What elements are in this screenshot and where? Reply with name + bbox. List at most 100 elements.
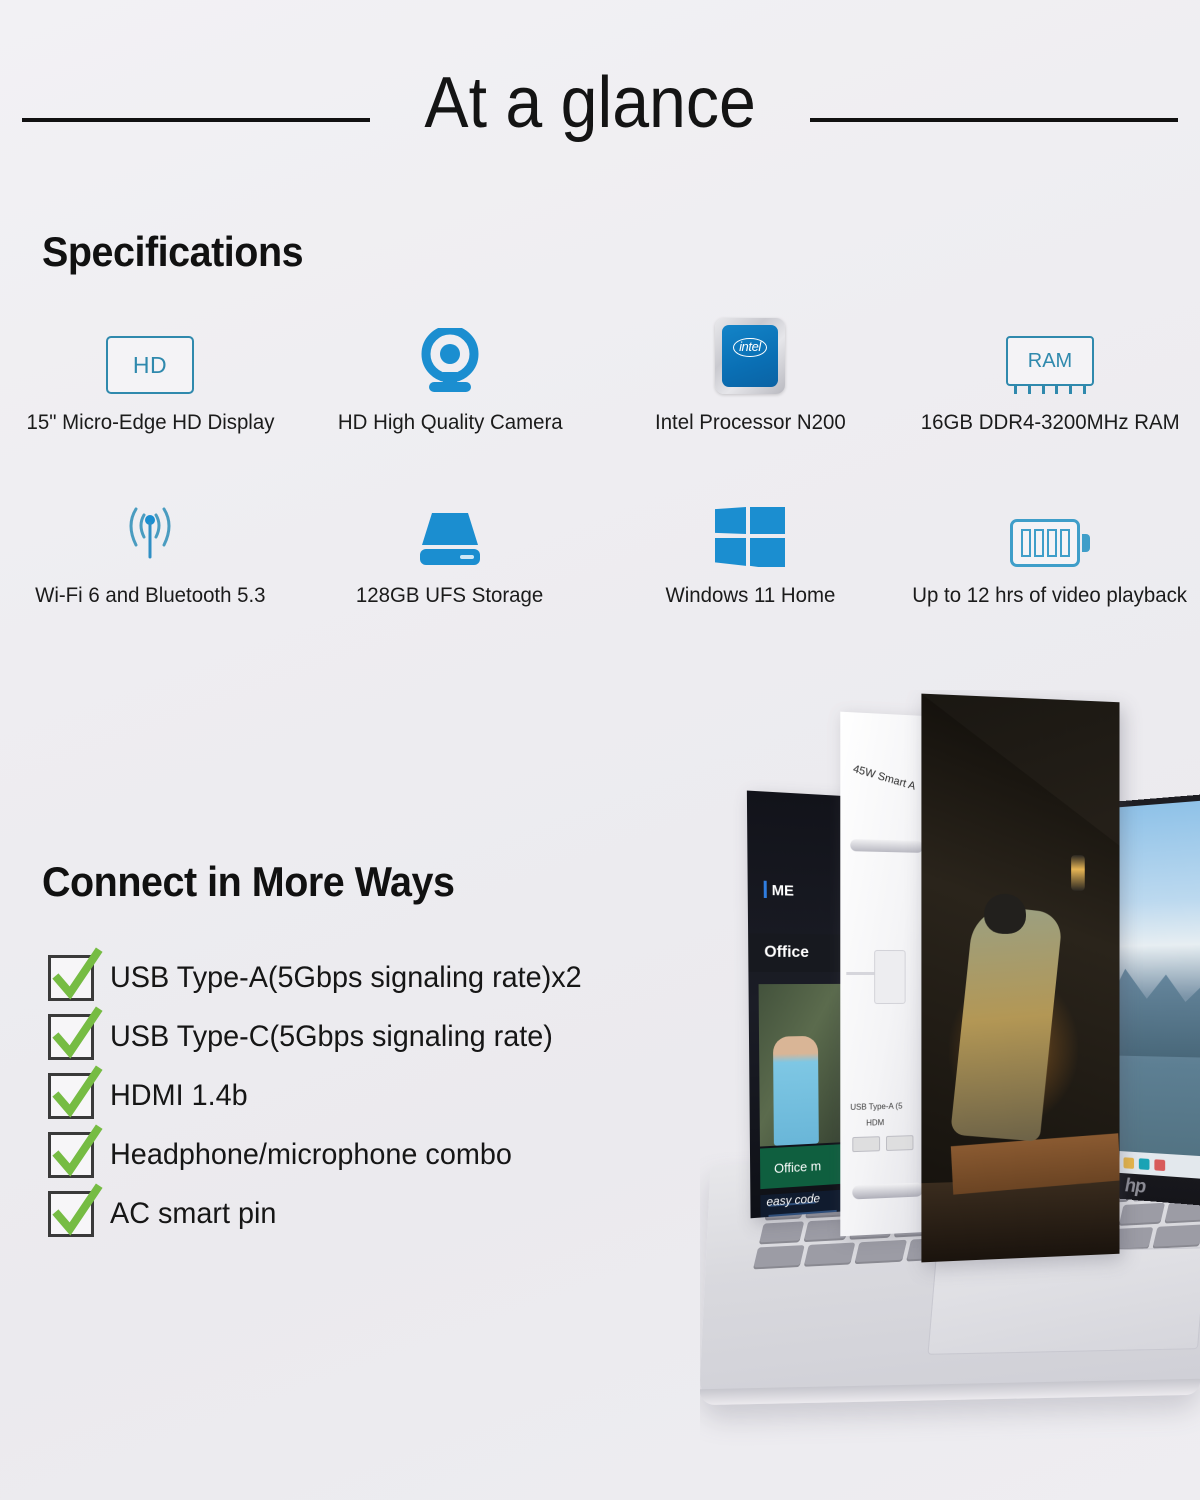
spec-label-display: 15" Micro-Edge HD Display [26, 410, 274, 434]
spec-item-battery: Up to 12 hrs of video playback [900, 491, 1200, 608]
checkbox-checked[interactable] [48, 947, 103, 1001]
spec-item-camera: HD High Quality Camera [300, 318, 600, 435]
promo-panel-white: 45W Smart A USB Type-A (5 HDM [840, 711, 931, 1237]
battery-icon [1010, 491, 1090, 567]
promo-panel-dark-title: ME [763, 880, 794, 900]
intel-chip-die: intel [722, 325, 778, 387]
spec-item-wireless: Wi-Fi 6 and Bluetooth 5.3 [0, 491, 300, 608]
ram-icon: RAM [1006, 318, 1094, 394]
connect-item-label: HDMI 1.4b [110, 1079, 248, 1112]
specifications-row-1: HD 15" Micro-Edge HD Display HD High Qua… [0, 318, 1200, 435]
spec-label-camera: HD High Quality Camera [337, 410, 563, 434]
intel-chip-icon-body: intel [715, 318, 785, 394]
check-icon [52, 1065, 103, 1118]
page-header: At a glance [0, 48, 1200, 158]
storage-drive-icon-glyph [420, 513, 480, 565]
specifications-heading: Specifications [42, 228, 304, 275]
spec-label-os: Windows 11 Home [665, 583, 835, 607]
ram-icon-label: RAM [1027, 349, 1073, 372]
photo-person [772, 1035, 819, 1146]
hanging-lamp [1071, 854, 1085, 891]
at-a-glance-page: At a glance Specifications HD 15" Micro-… [0, 0, 1200, 1500]
camping-lantern [1018, 1102, 1042, 1146]
intel-chip-icon: intel [715, 318, 785, 394]
camper-head [984, 893, 1026, 935]
windows-pane-bottom-right [750, 538, 785, 567]
port-label-hdmi: HDM [866, 1118, 885, 1128]
wifi-icon [114, 491, 186, 567]
list-item: HDMI 1.4b [48, 1065, 601, 1119]
header-rule-right [810, 118, 1179, 122]
hd-display-icon-box: HD [106, 336, 194, 394]
wifi-icon-glyph [129, 507, 171, 559]
intel-chip-wordmark: intel [733, 338, 767, 358]
battery-bar [1059, 529, 1070, 557]
spec-label-wireless: Wi-Fi 6 and Bluetooth 5.3 [34, 583, 266, 607]
battery-bar [1033, 529, 1044, 557]
webcam-icon [413, 318, 487, 394]
usb-a-port [852, 1135, 881, 1152]
spec-item-processor: intel Intel Processor N200 [600, 318, 900, 435]
battery-icon-shell [1010, 519, 1080, 567]
checkbox-checked[interactable] [48, 1006, 103, 1060]
taskbar-icon-edge [1138, 1157, 1150, 1170]
battery-bar [1046, 529, 1057, 557]
spec-item-os: Windows 11 Home [600, 491, 900, 608]
storage-drive-icon [412, 491, 488, 567]
connect-item-label: USB Type-C(5Gbps signaling rate) [110, 1020, 553, 1053]
laptop-trackpad [927, 1247, 1200, 1355]
power-adapter [874, 949, 906, 1005]
spec-item-ram: RAM 16GB DDR4-3200MHz RAM [900, 318, 1200, 435]
windows-pane-bottom-left [715, 538, 746, 566]
windows-logo-icon [715, 491, 785, 567]
ram-icon-pins [1014, 385, 1086, 394]
ram-icon-label-wrap: RAM [1006, 336, 1094, 386]
hd-display-icon: HD [106, 318, 194, 394]
promo-panel-white-caption: 45W Smart A [851, 763, 917, 793]
port-cluster [852, 1131, 919, 1155]
promo-panel-camping [921, 693, 1120, 1263]
webcam-icon-glyph [421, 328, 479, 392]
spec-item-storage: 128GB UFS Storage [300, 491, 600, 608]
connect-item-label: USB Type-A(5Gbps signaling rate)x2 [110, 961, 582, 994]
battery-icon-body [1010, 519, 1090, 567]
camping-ground [921, 1176, 1120, 1263]
connect-item-label: Headphone/microphone combo [110, 1138, 512, 1171]
spec-label-battery: Up to 12 hrs of video playback [912, 583, 1188, 607]
hdmi-port [886, 1134, 914, 1151]
laptop-hinge-detail [850, 839, 924, 853]
port-label-usb-a: USB Type-A (5 [850, 1101, 903, 1112]
windows-pane-top-left [715, 507, 746, 534]
specifications-row-2: Wi-Fi 6 and Bluetooth 5.3 128GB UFS Stor… [0, 491, 1200, 608]
list-item: Headphone/microphone combo [48, 1124, 601, 1178]
list-item: USB Type-C(5Gbps signaling rate) [48, 1006, 601, 1060]
connect-heading: Connect in More Ways [42, 858, 455, 905]
check-icon [52, 947, 103, 1000]
battery-icon-terminal [1082, 534, 1090, 552]
spec-label-storage: 128GB UFS Storage [356, 583, 544, 607]
taskbar-icon-explorer [1123, 1156, 1134, 1169]
header-rule-left [21, 118, 370, 122]
adapter-cord [846, 971, 877, 976]
specifications-grid: HD 15" Micro-Edge HD Display HD High Qua… [0, 318, 1200, 608]
checkbox-checked[interactable] [48, 1183, 103, 1237]
hp-logo: hp [1124, 1175, 1146, 1198]
battery-bar [1020, 529, 1031, 557]
ram-icon-body: RAM [1006, 336, 1094, 394]
hd-display-icon-label: HD [132, 351, 168, 378]
check-icon [52, 1006, 103, 1059]
check-icon [52, 1183, 103, 1236]
list-item: AC smart pin [48, 1183, 601, 1237]
promo-panel-dark-title-text: ME [771, 881, 794, 900]
product-image: hp ME Office Office m easy code 45W Smar… [700, 690, 1200, 1480]
checkbox-checked[interactable] [48, 1065, 103, 1119]
page-title: At a glance [424, 63, 756, 143]
spec-label-processor: Intel Processor N200 [654, 410, 846, 434]
title-accent-bar [763, 880, 767, 899]
list-item: USB Type-A(5Gbps signaling rate)x2 [48, 947, 601, 1001]
checkbox-checked[interactable] [48, 1124, 103, 1178]
connectivity-checklist: USB Type-A(5Gbps signaling rate)x2 USB T… [48, 947, 601, 1237]
spec-item-display: HD 15" Micro-Edge HD Display [0, 318, 300, 435]
taskbar-icon-store [1153, 1158, 1165, 1171]
windows-logo-icon-glyph [715, 507, 785, 567]
